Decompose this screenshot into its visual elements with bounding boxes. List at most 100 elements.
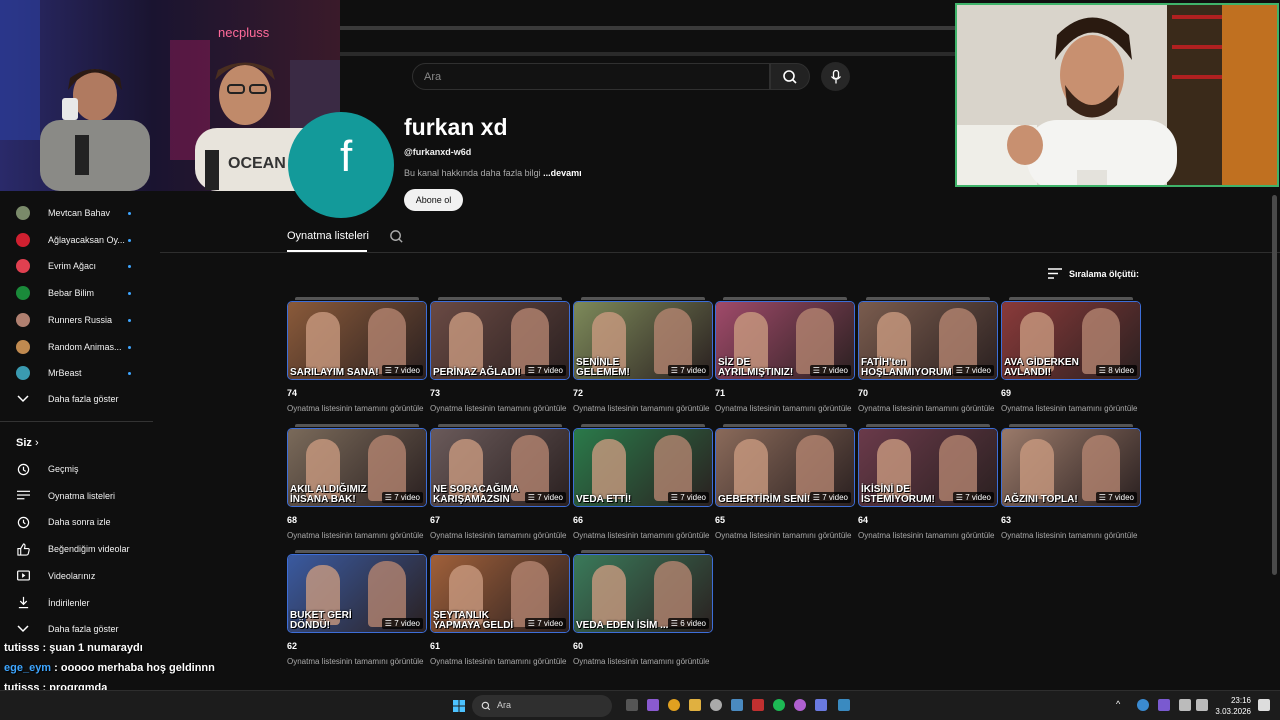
sort-button[interactable]: Sıralama ölçütü: (1048, 268, 1139, 279)
obs-icon[interactable] (710, 699, 722, 711)
view-full-playlist-link[interactable]: Oynatma listesinin tamamını görüntüle (573, 657, 713, 666)
wifi-icon[interactable] (1179, 699, 1191, 711)
playlist-thumbnail[interactable]: VEDA ETTİ! ☰ 7 video (573, 428, 713, 507)
playlist-thumbnail[interactable]: SENİNLE GELEMEM! ☰ 7 video (573, 301, 713, 380)
steam-icon[interactable] (731, 699, 743, 711)
channel-search-button[interactable] (389, 229, 404, 249)
task-view-icon[interactable] (626, 699, 638, 711)
view-full-playlist-link[interactable]: Oynatma listesinin tamamını görüntüle (430, 657, 570, 666)
playlist-thumbnail[interactable]: SARILAYIM SANA! ☰ 7 video (287, 301, 427, 380)
subscription-item[interactable]: Evrim Ağacı (16, 255, 131, 277)
page-scrollbar[interactable] (1272, 195, 1277, 575)
view-full-playlist-link[interactable]: Oynatma listesinin tamamını görüntüle (287, 531, 427, 540)
search-button[interactable] (770, 63, 810, 90)
playlist-card[interactable]: NE SORACAĞIMA KARIŞAMAZSIN ☰ 7 video 67 Oyn… (430, 424, 570, 540)
playlist-thumbnail[interactable]: BUKET GERİ DÖNDÜ! ☰ 7 video (287, 554, 427, 633)
view-full-playlist-link[interactable]: Oynatma listesinin tamamını görüntüle (715, 404, 855, 413)
view-full-playlist-link[interactable]: Oynatma listesinin tamamını görüntüle (573, 404, 713, 413)
file-explorer-icon[interactable] (689, 699, 701, 711)
playlist-title[interactable]: 60 (573, 641, 713, 651)
twitch-icon[interactable] (794, 699, 806, 711)
playlist-thumbnail[interactable]: İKİSİNİ DE İSTEMİYORUM! ☰ 7 video (858, 428, 998, 507)
taskbar-clock[interactable]: 23:16 3.03.2026 (1215, 695, 1251, 717)
app-icon[interactable] (752, 699, 764, 711)
view-full-playlist-link[interactable]: Oynatma listesinin tamamını görüntüle (858, 404, 998, 413)
playlist-thumbnail[interactable]: FATİH'ten HOŞLANMIYORUM ☰ 7 video (858, 301, 998, 380)
playlist-title[interactable]: 72 (573, 388, 713, 398)
playlist-title[interactable]: 74 (287, 388, 427, 398)
sidebar-item[interactable]: Oynatma listeleri (16, 485, 115, 507)
spotify-icon[interactable] (773, 699, 785, 711)
view-full-playlist-link[interactable]: Oynatma listesinin tamamını görüntüle (1001, 404, 1141, 413)
tab-playlists[interactable]: Oynatma listeleri (287, 230, 369, 242)
playlist-thumbnail[interactable]: AKIL ALDIĞIMIZ İNSANA BAK! ☰ 7 video (287, 428, 427, 507)
subscribe-button[interactable]: Abone ol (404, 189, 463, 211)
playlist-card[interactable]: SENİNLE GELEMEM! ☰ 7 video 72 Oynatma liste… (573, 297, 713, 413)
chrome-icon[interactable] (668, 699, 680, 711)
sidebar-show-more-2[interactable]: Daha fazla göster (16, 618, 119, 640)
playlist-title[interactable]: 61 (430, 641, 570, 651)
playlist-thumbnail[interactable]: PERİNAZ AĞLADI! ☰ 7 video (430, 301, 570, 380)
playlist-card[interactable]: GEBERTİRİM SENİ! ☰ 7 video 65 Oynatma liste… (715, 424, 855, 540)
view-full-playlist-link[interactable]: Oynatma listesinin tamamını görüntüle (1001, 531, 1141, 540)
playlist-title[interactable]: 71 (715, 388, 855, 398)
sidebar-item[interactable]: Videolarınız (16, 565, 95, 587)
playlist-card[interactable]: SİZ DE AYRILMIŞTINIZ! ☰ 7 video 71 Oynatma … (715, 297, 855, 413)
view-full-playlist-link[interactable]: Oynatma listesinin tamamını görüntüle (287, 404, 427, 413)
playlist-title[interactable]: 69 (1001, 388, 1141, 398)
playlist-thumbnail[interactable]: VEDA EDEN İSİM ... ☰ 6 video (573, 554, 713, 633)
playlist-title[interactable]: 70 (858, 388, 998, 398)
volume-icon[interactable] (1196, 699, 1208, 711)
playlist-title[interactable]: 65 (715, 515, 855, 525)
playlist-card[interactable]: PERİNAZ AĞLADI! ☰ 7 video 73 Oynatma listes… (430, 297, 570, 413)
view-full-playlist-link[interactable]: Oynatma listesinin tamamını görüntüle (430, 404, 570, 413)
playlist-thumbnail[interactable]: AĞZINI TOPLA! ☰ 7 video (1001, 428, 1141, 507)
tray-app-icon[interactable] (1158, 699, 1170, 711)
sidebar-item[interactable]: İndirilenler (16, 592, 90, 614)
onedrive-icon[interactable] (1137, 699, 1149, 711)
playlist-card[interactable]: SARILAYIM SANA! ☰ 7 video 74 Oynatma listes… (287, 297, 427, 413)
taskbar-search[interactable]: Ara (472, 695, 612, 717)
sidebar-you-heading[interactable]: Siz › (16, 437, 39, 449)
subscription-item[interactable]: Mevtcan Bahav (16, 202, 131, 224)
playlist-card[interactable]: AĞZINI TOPLA! ☰ 7 video 63 Oynatma listesin… (1001, 424, 1141, 540)
playlist-card[interactable]: ŞEYTANLIK YAPMAYA GELDİ ☰ 7 video 61 Oynatm… (430, 550, 570, 666)
playlist-title[interactable]: 73 (430, 388, 570, 398)
subscription-item[interactable]: Ağlayacaksan Oy... (16, 229, 131, 251)
sidebar-item[interactable]: Geçmiş (16, 458, 79, 480)
playlist-card[interactable]: VEDA ETTİ! ☰ 7 video 66 Oynatma listesinin … (573, 424, 713, 540)
view-full-playlist-link[interactable]: Oynatma listesinin tamamını görüntüle (573, 531, 713, 540)
subscription-item[interactable]: Bebar Bilim (16, 282, 131, 304)
playlist-thumbnail[interactable]: AVA GİDERKEN AVLANDI! ☰ 8 video (1001, 301, 1141, 380)
view-full-playlist-link[interactable]: Oynatma listesinin tamamını görüntüle (430, 531, 570, 540)
notepad-icon[interactable] (838, 699, 850, 711)
discord-icon[interactable] (815, 699, 827, 711)
search-input[interactable]: Ara (412, 63, 770, 90)
playlist-card[interactable]: AKIL ALDIĞIMIZ İNSANA BAK! ☰ 7 video 68 Oyn… (287, 424, 427, 540)
sidebar-item[interactable]: Daha sonra izle (16, 511, 111, 533)
subscription-item[interactable]: Runners Russia (16, 309, 131, 331)
view-full-playlist-link[interactable]: Oynatma listesinin tamamını görüntüle (858, 531, 998, 540)
voice-search-button[interactable] (821, 62, 850, 91)
playlist-card[interactable]: AVA GİDERKEN AVLANDI! ☰ 8 video 69 Oynatma … (1001, 297, 1141, 413)
copilot-icon[interactable] (647, 699, 659, 711)
playlist-card[interactable]: İKİSİNİ DE İSTEMİYORUM! ☰ 7 video 64 Oynatm… (858, 424, 998, 540)
playlist-thumbnail[interactable]: GEBERTİRİM SENİ! ☰ 7 video (715, 428, 855, 507)
playlist-title[interactable]: 67 (430, 515, 570, 525)
notification-icon[interactable] (1258, 699, 1270, 711)
playlist-card[interactable]: FATİH'ten HOŞLANMIYORUM ☰ 7 video 70 Oynatm… (858, 297, 998, 413)
subscription-item[interactable]: MrBeast (16, 362, 131, 384)
about-more-link[interactable]: ...devamı (543, 168, 582, 178)
playlist-title[interactable]: 64 (858, 515, 998, 525)
windows-start-icon[interactable] (453, 699, 465, 712)
playlist-thumbnail[interactable]: SİZ DE AYRILMIŞTINIZ! ☰ 7 video (715, 301, 855, 380)
playlist-title[interactable]: 68 (287, 515, 427, 525)
tray-chevron-icon[interactable]: ^ (1116, 699, 1124, 711)
playlist-thumbnail[interactable]: NE SORACAĞIMA KARIŞAMAZSIN ☰ 7 video (430, 428, 570, 507)
view-full-playlist-link[interactable]: Oynatma listesinin tamamını görüntüle (715, 531, 855, 540)
playlist-title[interactable]: 63 (1001, 515, 1141, 525)
sidebar-item[interactable]: Beğendiğim videolar (16, 538, 130, 560)
playlist-thumbnail[interactable]: ŞEYTANLIK YAPMAYA GELDİ ☰ 7 video (430, 554, 570, 633)
playlist-title[interactable]: 66 (573, 515, 713, 525)
playlist-card[interactable]: VEDA EDEN İSİM ... ☰ 6 video 60 Oynatma lis… (573, 550, 713, 666)
